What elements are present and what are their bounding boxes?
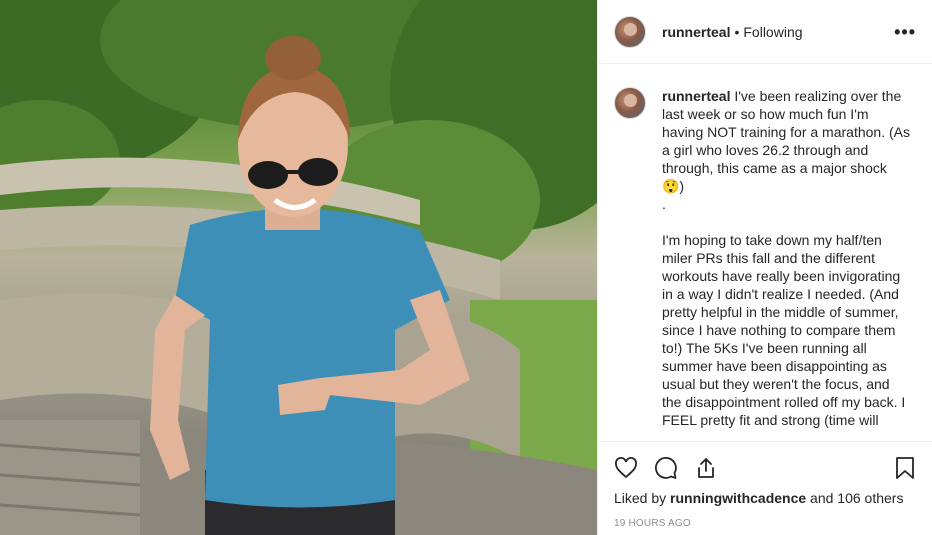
header-separator: •	[734, 23, 740, 40]
likes-suffix[interactable]: and 106 others	[806, 490, 903, 506]
likes-prefix: Liked by	[614, 490, 671, 506]
caption-row: runnerteal I've been realizing over the …	[614, 87, 916, 429]
likes-summary: Liked by runningwithcadence and 106 othe…	[614, 490, 916, 506]
action-icons-row	[614, 450, 916, 486]
author-avatar[interactable]	[614, 15, 646, 48]
follow-status-button[interactable]: Following	[743, 24, 802, 40]
post-actions: Liked by runningwithcadence and 106 othe…	[598, 441, 932, 535]
heart-icon[interactable]	[614, 450, 654, 486]
comment-icon[interactable]	[654, 450, 694, 486]
caption-text: runnerteal I've been realizing over the …	[662, 87, 912, 429]
more-options-icon[interactable]: •••	[894, 23, 916, 41]
share-icon[interactable]	[694, 450, 734, 486]
bookmark-icon[interactable]	[876, 450, 916, 486]
caption-author-avatar[interactable]	[614, 87, 646, 119]
post-details-panel: runnerteal • Following ••• runnerteal I'…	[597, 0, 932, 535]
post-timestamp[interactable]: 19 HOURS AGO	[614, 518, 916, 529]
caption-body: I've been realizing over the last week o…	[662, 88, 910, 428]
caption-username[interactable]: runnerteal	[662, 88, 730, 104]
photo-illustration	[0, 0, 597, 535]
post-header: runnerteal • Following •••	[598, 0, 932, 64]
author-username[interactable]: runnerteal	[662, 24, 730, 40]
comments-area[interactable]: runnerteal I've been realizing over the …	[598, 65, 932, 441]
post-photo[interactable]	[0, 0, 597, 535]
liker-username[interactable]: runningwithcadence	[670, 490, 806, 506]
